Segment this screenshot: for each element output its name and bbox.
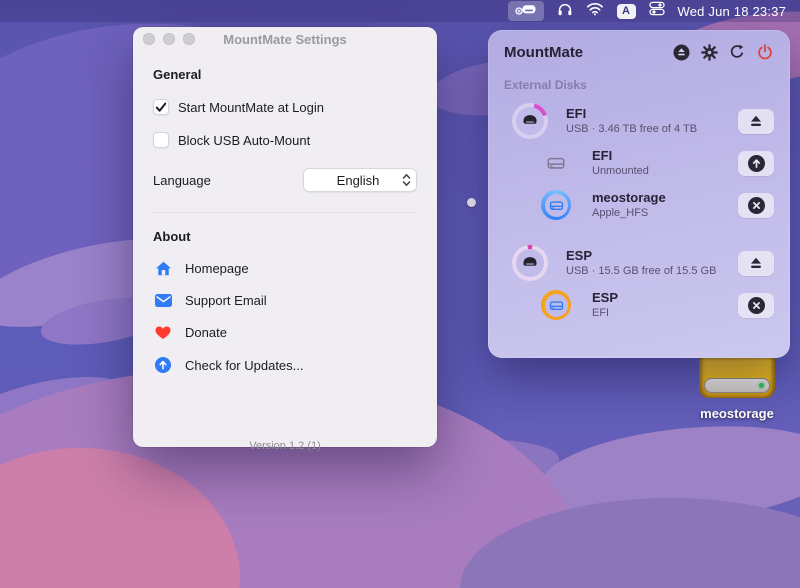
language-row: Language English: [153, 168, 417, 192]
input-source-icon: A: [617, 4, 636, 19]
eject-circle-icon: [673, 44, 690, 61]
disk-usage-ring: [512, 103, 548, 139]
section-divider: [153, 212, 417, 213]
drive-icon: [548, 297, 565, 314]
disk-usage-ring: [512, 245, 548, 281]
settings-button[interactable]: [700, 43, 718, 61]
link-label: Donate: [185, 325, 227, 340]
checkbox-label: Start MountMate at Login: [178, 100, 324, 115]
panel-title: MountMate: [504, 44, 672, 61]
disk-row: ESP USB · 15.5 GB free of 15.5 GB: [504, 242, 774, 284]
block-usb-automount-checkbox[interactable]: [153, 132, 169, 148]
menu-bar: A Wed Jun 18 23:37: [0, 0, 800, 22]
drive-icon: [545, 152, 567, 174]
general-heading: General: [153, 67, 417, 82]
unmount-button[interactable]: [738, 193, 774, 218]
menubar-control-center-item[interactable]: [649, 1, 665, 21]
disk-name: EFI: [566, 106, 738, 121]
refresh-button[interactable]: [728, 43, 746, 61]
disk-row: ESP EFI: [504, 284, 774, 326]
power-icon: [757, 44, 773, 60]
menubar-input-source-item[interactable]: A: [617, 1, 636, 21]
disk-detail: USB · 3.46 TB free of 4 TB: [566, 122, 738, 136]
disk-detail: EFI: [592, 306, 738, 320]
headphones-icon: [557, 1, 573, 22]
usb-automount-checkbox-row: Block USB Auto-Mount: [153, 132, 417, 148]
gear-icon: [701, 44, 718, 61]
disk-row: EFI Unmounted: [504, 142, 774, 184]
mount-button[interactable]: [738, 151, 774, 176]
quit-button[interactable]: [756, 43, 774, 61]
drive-icon: [520, 111, 540, 131]
wifi-icon: [586, 2, 604, 21]
envelope-icon: [153, 294, 173, 307]
desktop: A Wed Jun 18 23:37: [0, 0, 800, 588]
menubar-audio-item[interactable]: [557, 1, 573, 21]
language-select-value: English: [314, 173, 402, 188]
disk-row: meostorage Apple_HFS: [504, 184, 774, 226]
unmount-x-icon: [748, 297, 765, 314]
donate-link[interactable]: Donate: [153, 325, 417, 340]
homepage-link[interactable]: Homepage: [153, 261, 417, 276]
home-icon: [153, 261, 173, 276]
window-titlebar: MountMate Settings: [133, 27, 437, 51]
support-email-link[interactable]: Support Email: [153, 293, 417, 308]
disk-name: EFI: [592, 148, 738, 163]
disk-detail: USB · 15.5 GB free of 15.5 GB: [566, 264, 738, 278]
drive-icon: [548, 197, 565, 214]
arrow-up-circle-icon: [153, 357, 173, 373]
login-checkbox-row: Start MountMate at Login: [153, 99, 417, 115]
disk-name: ESP: [566, 248, 738, 263]
chevron-up-down-icon: [402, 173, 411, 187]
close-window-button[interactable]: [143, 33, 155, 45]
control-center-icon: [649, 1, 665, 21]
link-label: Homepage: [185, 261, 249, 276]
minimize-window-button[interactable]: [163, 33, 175, 45]
link-label: Support Email: [185, 293, 267, 308]
settings-window: MountMate Settings General Start MountMa…: [133, 27, 437, 447]
eject-icon: [749, 256, 763, 270]
desktop-volume-label: meostorage: [697, 406, 777, 421]
disk-detail: Apple_HFS: [592, 206, 738, 220]
checkbox-label: Block USB Auto-Mount: [178, 133, 310, 148]
menubar-mountmate-item[interactable]: [508, 1, 544, 21]
refresh-icon: [729, 44, 745, 60]
drive-icon: [520, 253, 540, 273]
language-label: Language: [153, 173, 211, 188]
menubar-wifi-item[interactable]: [586, 1, 604, 21]
external-disks-label: External Disks: [504, 78, 774, 92]
eject-button[interactable]: [738, 109, 774, 134]
eject-button[interactable]: [738, 251, 774, 276]
about-heading: About: [153, 229, 417, 244]
drive-led: [759, 383, 764, 388]
mountmate-drive-icon: [515, 2, 537, 21]
desktop-dot: [467, 198, 476, 207]
heart-icon: [153, 326, 173, 340]
eject-all-button[interactable]: [672, 43, 690, 61]
unmount-button[interactable]: [738, 293, 774, 318]
disk-usage-ring: [541, 190, 571, 220]
check-updates-link[interactable]: Check for Updates...: [153, 357, 417, 373]
unmount-x-icon: [748, 197, 765, 214]
mountmate-panel: MountMate: [488, 30, 790, 358]
start-at-login-checkbox[interactable]: [153, 99, 169, 115]
zoom-window-button[interactable]: [183, 33, 195, 45]
disk-detail: Unmounted: [592, 164, 738, 178]
language-select[interactable]: English: [303, 168, 417, 192]
disk-name: ESP: [592, 290, 738, 305]
disk-row: EFI USB · 3.46 TB free of 4 TB: [504, 100, 774, 142]
disk-name: meostorage: [592, 190, 738, 205]
checkmark-icon: [155, 102, 167, 113]
external-drive-icon: [699, 354, 775, 398]
desktop-volume-icon[interactable]: meostorage: [697, 354, 777, 421]
eject-icon: [749, 114, 763, 128]
version-text: Version 1.2 (1): [133, 440, 437, 452]
disk-usage-ring: [541, 290, 571, 320]
mount-arrow-icon: [748, 155, 765, 172]
link-label: Check for Updates...: [185, 358, 304, 373]
menubar-clock[interactable]: Wed Jun 18 23:37: [678, 1, 786, 21]
